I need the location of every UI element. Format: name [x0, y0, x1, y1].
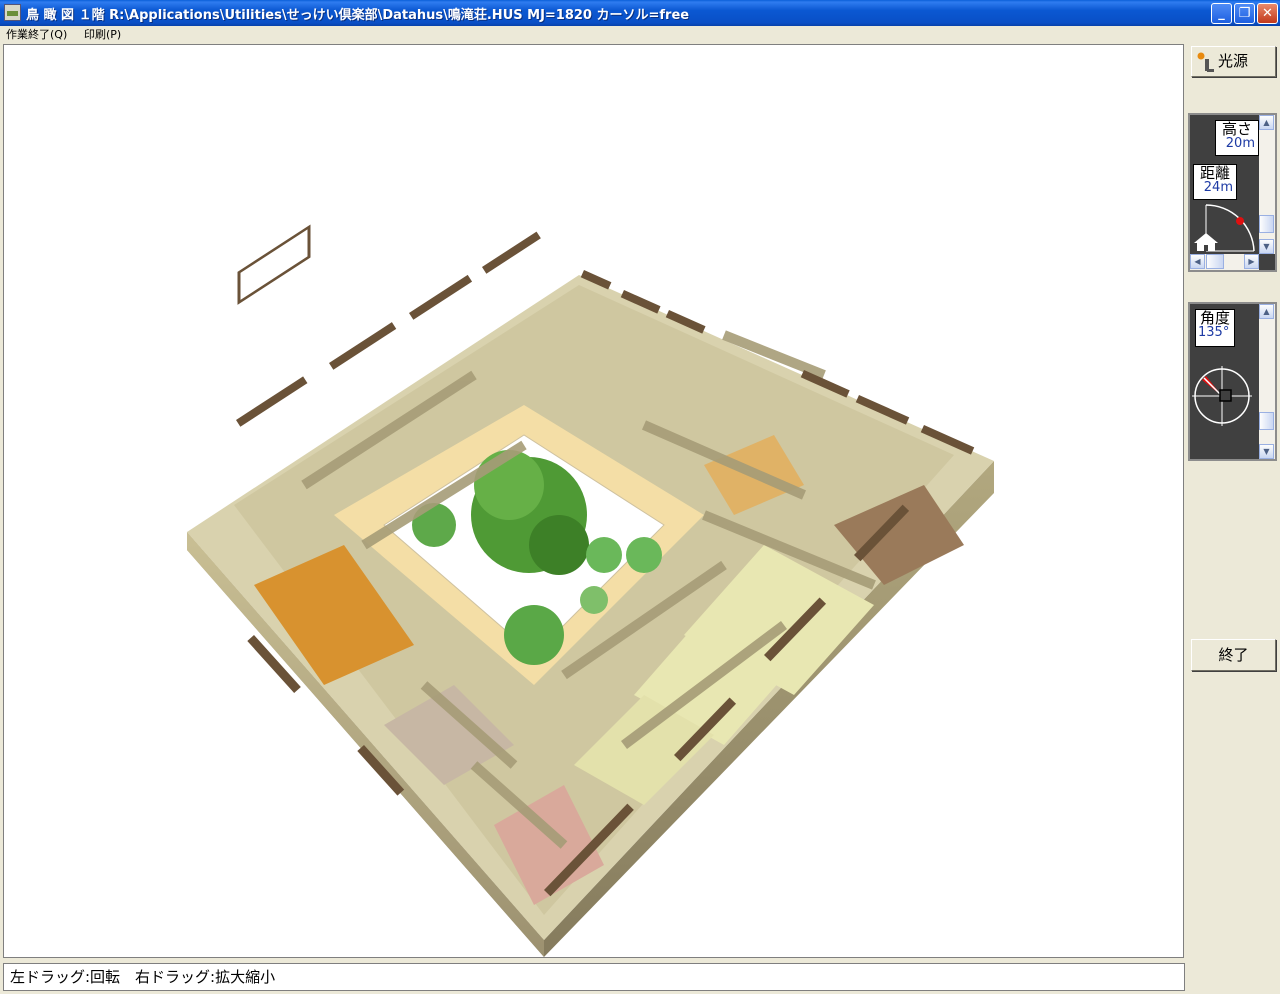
- angle-panel[interactable]: 角度 135° ▲ ▼: [1188, 302, 1277, 461]
- minimize-button[interactable]: _: [1211, 3, 1232, 24]
- end-button[interactable]: 終了: [1191, 639, 1276, 671]
- scroll-up-arrow-icon[interactable]: ▲: [1259, 304, 1274, 319]
- light-source-label: 光源: [1218, 52, 1249, 70]
- elevation-diagram: [1194, 204, 1255, 252]
- close-button[interactable]: ✕: [1257, 3, 1278, 24]
- light-bulb-icon: [1197, 52, 1214, 72]
- distance-value: 24m: [1203, 180, 1233, 195]
- status-bar: 左ドラッグ:回転 右ドラッグ:拡大縮小: [3, 963, 1185, 991]
- angle-readout: 角度 135°: [1195, 309, 1235, 347]
- height-readout: 高さ 20m: [1215, 120, 1259, 156]
- scroll-right-arrow-icon[interactable]: ▶: [1244, 254, 1259, 269]
- height-scroll-thumb[interactable]: [1259, 215, 1274, 233]
- scroll-left-arrow-icon[interactable]: ◀: [1190, 254, 1205, 269]
- light-source-button[interactable]: 光源: [1191, 46, 1276, 77]
- title-bar: 鳥 瞰 図 １階 R:\Applications\Utilities\せっけい倶…: [0, 0, 1280, 26]
- compass-dial: [1192, 366, 1252, 426]
- window-title: 鳥 瞰 図 １階 R:\Applications\Utilities\せっけい倶…: [26, 8, 690, 23]
- angle-scrollbar[interactable]: ▲ ▼: [1259, 304, 1275, 459]
- app-icon[interactable]: [4, 4, 21, 21]
- camera-position-marker: [1236, 217, 1244, 225]
- bird-eye-viewport[interactable]: [3, 44, 1184, 958]
- height-value: 20m: [1225, 136, 1255, 151]
- isometric-house-render: [187, 224, 994, 957]
- house-icon: [1194, 233, 1218, 251]
- menu-item-quit[interactable]: 作業終了(Q): [6, 26, 67, 42]
- scroll-up-arrow-icon[interactable]: ▲: [1259, 115, 1274, 130]
- house-marker-icon: [1219, 389, 1232, 402]
- angle-scroll-thumb[interactable]: [1259, 412, 1274, 430]
- distance-readout: 距離 24m: [1193, 164, 1237, 200]
- scroll-down-arrow-icon[interactable]: ▼: [1259, 239, 1274, 254]
- distance-scroll-thumb[interactable]: [1206, 254, 1224, 269]
- restore-button[interactable]: ❐: [1234, 3, 1255, 24]
- distance-scrollbar[interactable]: ◀ ▶: [1190, 254, 1259, 270]
- height-distance-panel[interactable]: 高さ 20m 距離 24m ▲ ▼ ◀ ▶: [1188, 113, 1277, 272]
- menu-item-print[interactable]: 印刷(P): [84, 26, 121, 42]
- scroll-down-arrow-icon[interactable]: ▼: [1259, 444, 1274, 459]
- height-scrollbar[interactable]: ▲ ▼: [1259, 115, 1275, 254]
- menu-bar: 作業終了(Q) 印刷(P): [0, 26, 1280, 42]
- angle-value: 135°: [1198, 325, 1230, 340]
